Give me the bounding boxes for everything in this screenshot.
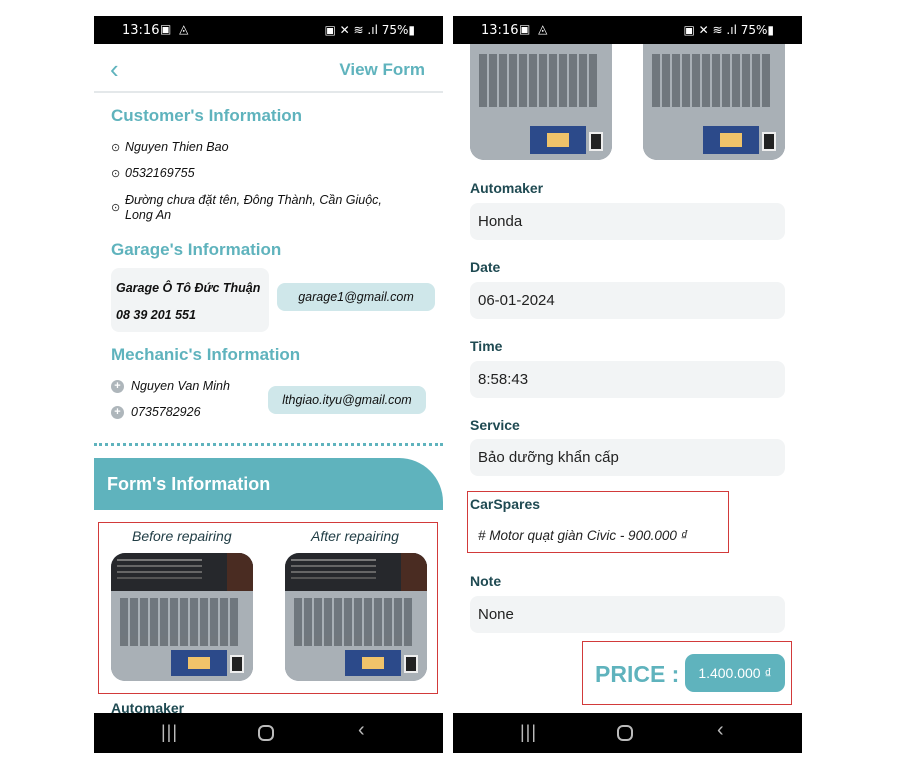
date-label: Date xyxy=(470,259,501,275)
before-repair-photo[interactable] xyxy=(111,553,253,681)
status-bar: 13:16 ▣ ◬ ▣ ✕ ≋ .ıl 75%▮ xyxy=(94,16,443,44)
status-notification-icons: ▣ ◬ xyxy=(519,22,550,36)
carspares-label: CarSpares xyxy=(470,496,541,512)
status-system-icons: ▣ ✕ ≋ .ıl 75%▮ xyxy=(324,23,415,37)
note-field: None xyxy=(470,596,785,633)
mechanic-name-row: + Nguyen Van Minh xyxy=(111,379,230,393)
plus-circle-icon: + xyxy=(111,405,124,419)
automaker-field: Honda xyxy=(470,203,785,240)
radio-dot-icon: ⊙ xyxy=(111,202,121,214)
mechanic-email[interactable]: lthgiao.ityu@gmail.com xyxy=(268,386,426,414)
home-icon[interactable] xyxy=(258,725,274,741)
home-icon[interactable] xyxy=(617,725,633,741)
status-bar: 13:16 ▣ ◬ ▣ ✕ ≋ .ıl 75%▮ xyxy=(453,16,802,44)
customer-address-row: ⊙ Đường chưa đặt tên, Đông Thành, Cần Gi… xyxy=(111,193,411,223)
header-divider xyxy=(94,91,443,93)
status-time: 13:16 xyxy=(481,23,519,38)
customer-section-title: Customer's Information xyxy=(111,106,303,125)
garage-section-title: Garage's Information xyxy=(111,240,282,259)
form-section-title: Form's Information xyxy=(107,474,271,494)
customer-phone-row: ⊙ 0532169755 xyxy=(111,166,195,181)
customer-name: Nguyen Thien Bao xyxy=(125,140,229,154)
status-time: 13:16 xyxy=(122,23,160,38)
system-nav-bar: ||| ‹ xyxy=(94,713,443,753)
garage-card: Garage Ô Tô Đức Thuận 08 39 201 551 xyxy=(111,268,269,332)
mechanic-phone-row: + 0735782926 xyxy=(111,405,201,419)
garage-name: Garage Ô Tô Đức Thuận xyxy=(116,281,261,295)
status-notification-icons: ▣ ◬ xyxy=(160,22,191,36)
system-nav-bar: ||| ‹ xyxy=(453,713,802,753)
price-value: 1.400.000 ₫ xyxy=(685,654,785,692)
phone-screen-form-bottom: 13:16 ▣ ◬ ▣ ✕ ≋ .ıl 75%▮ Automaker Honda… xyxy=(453,16,802,753)
recent-apps-icon[interactable]: ||| xyxy=(161,722,178,743)
price-label: PRICE : xyxy=(595,661,680,687)
radio-dot-icon: ⊙ xyxy=(111,142,121,154)
garage-phone: 08 39 201 551 xyxy=(116,308,196,322)
nav-back-icon[interactable]: ‹ xyxy=(717,719,724,742)
plus-circle-icon: + xyxy=(111,379,124,393)
after-repairing-label: After repairing xyxy=(311,528,399,544)
recent-apps-icon[interactable]: ||| xyxy=(520,722,537,743)
mechanic-name: Nguyen Van Minh xyxy=(131,379,230,393)
customer-phone: 0532169755 xyxy=(125,166,195,180)
automaker-label: Automaker xyxy=(470,180,544,196)
carspares-value: # Motor quạt giàn Civic - 900.000 ₫ xyxy=(478,528,688,543)
radio-dot-icon: ⊙ xyxy=(111,168,121,180)
note-label: Note xyxy=(470,573,502,589)
before-repairing-label: Before repairing xyxy=(132,528,232,544)
phone-screen-form-top: 13:16 ▣ ◬ ▣ ✕ ≋ .ıl 75%▮ ‹ View Form Cus… xyxy=(94,16,443,753)
section-divider xyxy=(94,443,443,446)
back-chevron-icon[interactable]: ‹ xyxy=(110,56,119,82)
customer-address: Đường chưa đặt tên, Đông Thành, Cần Giuộ… xyxy=(125,193,382,222)
service-label: Service xyxy=(470,417,520,433)
mechanic-phone: 0735782926 xyxy=(131,405,201,419)
time-field: 8:58:43 xyxy=(470,361,785,398)
date-field: 06-01-2024 xyxy=(470,282,785,319)
nav-back-icon[interactable]: ‹ xyxy=(358,719,365,742)
form-section-banner: Form's Information xyxy=(94,458,443,510)
time-label: Time xyxy=(470,338,503,354)
service-field: Bảo dưỡng khẩn cấp xyxy=(470,439,785,476)
status-system-icons: ▣ ✕ ≋ .ıl 75%▮ xyxy=(683,23,774,37)
after-repair-photo[interactable] xyxy=(285,553,427,681)
garage-email[interactable]: garage1@gmail.com xyxy=(277,283,435,311)
page-title: View Form xyxy=(339,60,425,79)
mechanic-section-title: Mechanic's Information xyxy=(111,345,301,364)
customer-name-row: ⊙ Nguyen Thien Bao xyxy=(111,140,229,155)
